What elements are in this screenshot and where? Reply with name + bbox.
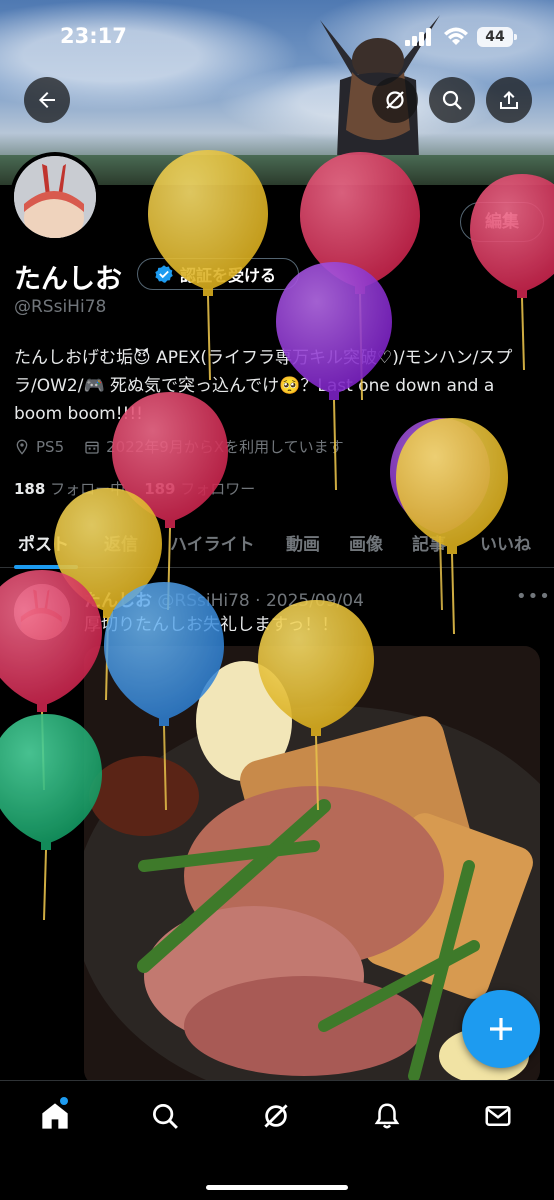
post-more-button[interactable]: ••• — [516, 586, 551, 607]
cellular-signal-icon — [405, 28, 431, 46]
verified-badge-icon — [155, 265, 173, 283]
home-icon — [42, 1103, 68, 1129]
mail-icon — [485, 1106, 511, 1126]
search-button[interactable] — [429, 77, 475, 123]
search-icon — [153, 1104, 178, 1129]
share-icon — [500, 91, 518, 109]
tab-highlights[interactable]: ハイライト — [170, 530, 255, 555]
post-header: たんしお @RSsiHi78 · 2025/09/04 — [84, 586, 364, 611]
get-verified-label: 認証を受ける — [180, 266, 277, 285]
location-pin-icon — [16, 439, 28, 455]
edit-profile-button[interactable]: 編集 — [460, 202, 544, 242]
grok-icon — [386, 91, 404, 109]
status-bar: 23:17 44 — [0, 18, 554, 58]
nav-messages[interactable] — [481, 1099, 515, 1133]
bell-icon — [374, 1103, 400, 1129]
following-count: 188 — [14, 480, 46, 498]
profile-meta: PS5 2022年9月からXを利用しています — [14, 436, 344, 457]
profile-tabs: ポスト 返信 ハイライト 動画 画像 記事 いいね — [0, 520, 554, 569]
back-button[interactable] — [24, 77, 70, 123]
following-label: フォロー中 — [50, 480, 126, 498]
tab-media[interactable]: 画像 — [349, 530, 383, 555]
profile-bio: たんしおげむ垢😈 APEX(ライフラ専万キル突破♡)/モンハン/スプラ/OW2/… — [14, 348, 513, 424]
battery-indicator: 44 — [477, 27, 517, 47]
grok-icon — [264, 1104, 288, 1128]
calendar-icon — [85, 441, 99, 454]
tab-posts[interactable]: ポスト — [18, 530, 69, 555]
get-verified-button[interactable]: 認証を受ける — [137, 258, 299, 290]
followers-count: 189 — [144, 480, 176, 498]
follow-stats: 188 フォロー中 189 フォロワー — [14, 478, 255, 499]
tab-likes[interactable]: いいね — [480, 530, 531, 555]
search-icon — [442, 90, 462, 110]
tab-articles[interactable]: 記事 — [412, 530, 446, 555]
balloon-purple — [390, 418, 490, 611]
nav-home[interactable] — [38, 1097, 72, 1133]
post-handle-date: @RSsiHi78 · 2025/09/04 — [157, 591, 364, 611]
bottom-navigation — [0, 1080, 554, 1200]
profile-location: PS5 — [36, 437, 65, 456]
back-arrow-icon — [39, 92, 55, 108]
avatar-illustration — [14, 156, 96, 238]
active-tab-indicator — [14, 565, 78, 569]
nav-search[interactable] — [148, 1099, 182, 1133]
followers-link[interactable]: 189 フォロワー — [144, 480, 255, 498]
tab-replies[interactable]: 返信 — [104, 530, 138, 555]
notification-dot — [60, 1097, 68, 1105]
profile-joined: 2022年9月からXを利用しています — [106, 438, 344, 456]
followers-label: フォロワー — [180, 480, 256, 498]
status-time: 23:17 — [60, 24, 127, 48]
following-link[interactable]: 188 フォロー中 — [14, 480, 125, 498]
profile-handle: @RSsiHi78 — [14, 297, 107, 317]
tab-videos[interactable]: 動画 — [286, 530, 320, 555]
profile-name: たんしお — [14, 264, 122, 295]
battery-level: 44 — [485, 29, 505, 45]
nav-grok[interactable] — [259, 1099, 293, 1133]
home-indicator — [206, 1185, 348, 1190]
nav-notifications[interactable] — [370, 1099, 404, 1133]
post-author-name[interactable]: たんしお — [84, 591, 152, 611]
grok-button[interactable] — [372, 77, 418, 123]
profile-avatar[interactable] — [10, 152, 100, 242]
compose-post-button[interactable] — [462, 990, 540, 1068]
post-author-avatar[interactable] — [14, 584, 70, 640]
share-button[interactable] — [486, 77, 532, 123]
plus-icon — [490, 1018, 512, 1040]
avatar-illustration — [14, 584, 70, 640]
wifi-icon — [444, 27, 468, 45]
post-text: 厚切りたんしお失礼しますっ！！ — [84, 615, 339, 635]
